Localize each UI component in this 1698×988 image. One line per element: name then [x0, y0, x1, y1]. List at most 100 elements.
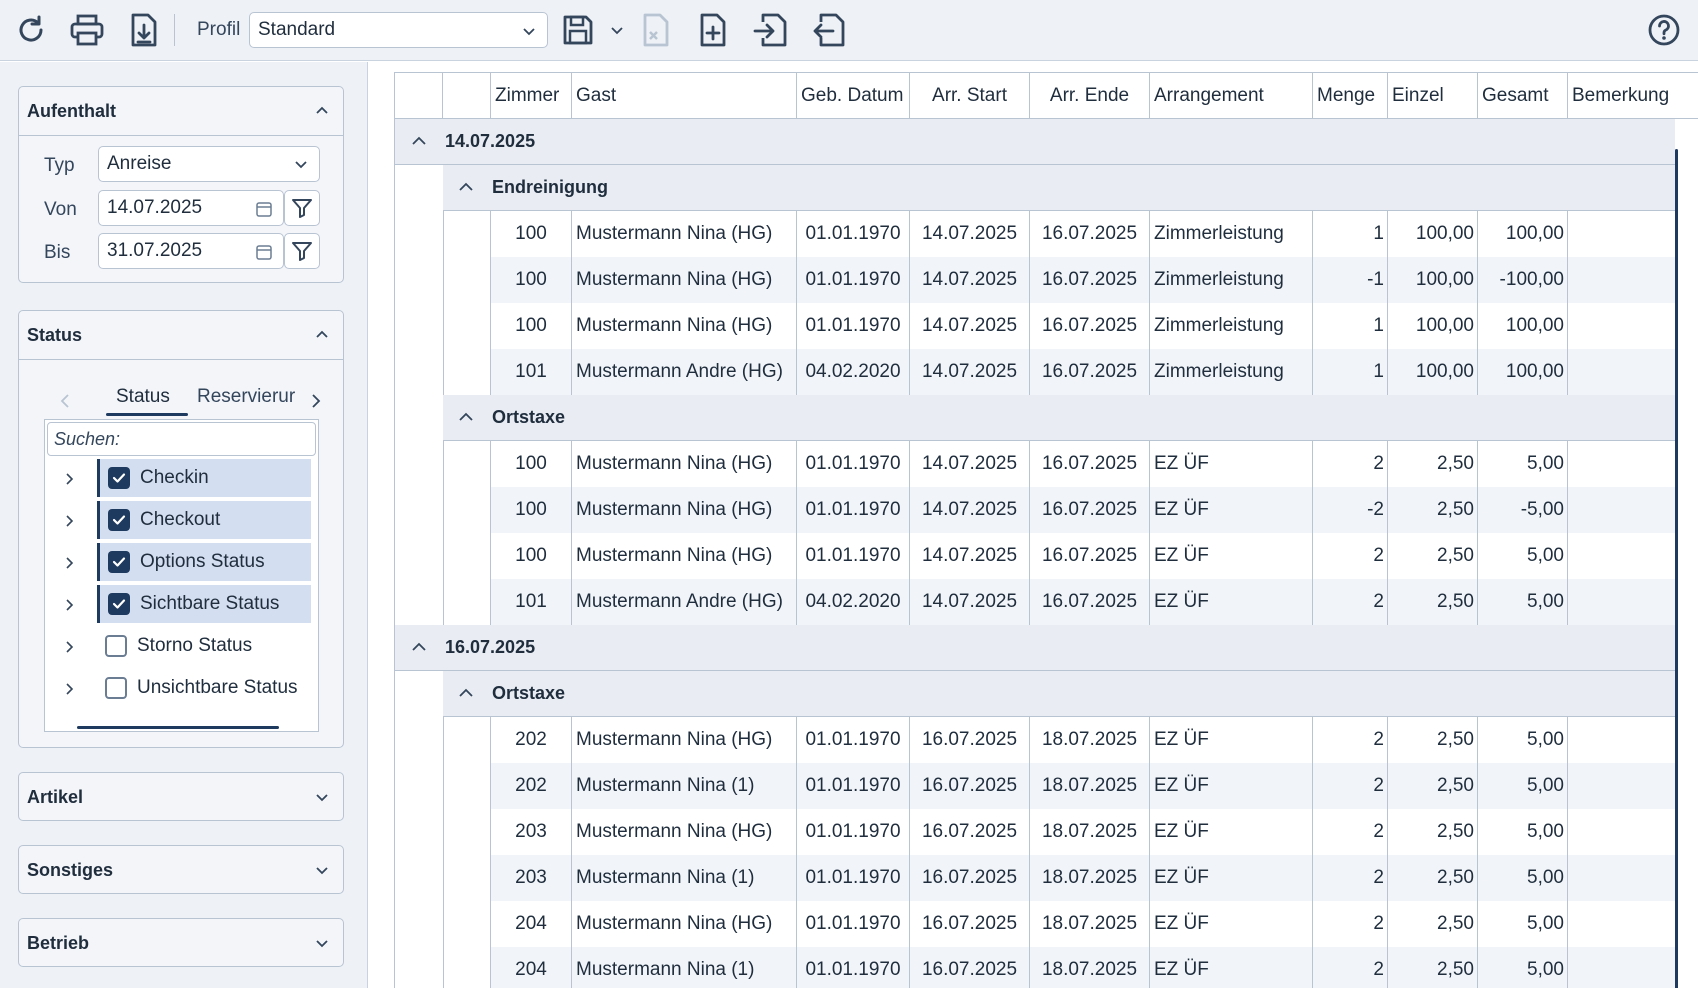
status-item[interactable]: Unsichtbare Status [97, 669, 311, 707]
table-row[interactable]: 203 Mustermann Nina (1) 01.01.1970 16.07.20… [443, 855, 1676, 901]
sonstiges-panel[interactable]: Sonstiges [18, 845, 344, 894]
table-cell: Zimmerleistung [1150, 257, 1313, 303]
sonstiges-header[interactable]: Sonstiges [19, 846, 343, 894]
status-tree-row: Checkout [45, 500, 318, 540]
betrieb-panel[interactable]: Betrieb [18, 918, 344, 967]
filter-icon [292, 199, 312, 218]
chevron-right-icon[interactable] [65, 640, 75, 654]
tab-prev-icon[interactable] [58, 393, 72, 409]
checkbox-checked-icon[interactable] [108, 551, 130, 573]
column-header[interactable]: Zimmer [491, 73, 572, 119]
status-search-input[interactable]: Suchen: [47, 422, 316, 456]
vertical-scrollbar[interactable] [1675, 149, 1678, 988]
status-item[interactable]: Sichtbare Status [97, 585, 311, 623]
betrieb-header[interactable]: Betrieb [19, 919, 343, 967]
status-item[interactable]: Options Status [97, 543, 311, 581]
article-group-row[interactable]: Endreinigung [443, 165, 1675, 211]
table-row[interactable]: 100 Mustermann Nina (HG) 01.01.1970 14.07.2… [443, 441, 1676, 487]
article-group-row[interactable]: Ortstaxe [443, 671, 1675, 717]
checkbox-checked-icon[interactable] [108, 593, 130, 615]
status-header[interactable]: Status [19, 311, 343, 359]
table-row[interactable]: 100 Mustermann Nina (HG) 01.01.1970 14.07.2… [443, 487, 1676, 533]
chevron-up-icon[interactable] [411, 134, 427, 148]
table-cell: EZ ÜF [1150, 579, 1313, 625]
refresh-icon[interactable] [9, 8, 53, 52]
chevron-up-icon[interactable] [411, 640, 427, 654]
table-cell: 5,00 [1478, 579, 1568, 625]
column-header[interactable]: Arr. Ende [1030, 73, 1150, 119]
date-group-row[interactable]: 16.07.2025 [395, 625, 1675, 671]
table-cell: 2 [1313, 533, 1388, 579]
tab-reservierung[interactable]: Reservierur [197, 386, 295, 408]
profil-value: Standard [258, 19, 336, 40]
table-row[interactable]: 204 Mustermann Nina (HG) 01.01.1970 16.07.2… [443, 901, 1676, 947]
table-cell: 04.02.2020 [797, 579, 910, 625]
table-cell: 01.01.1970 [797, 257, 910, 303]
chevron-up-icon[interactable] [458, 686, 474, 700]
column-header[interactable]: Menge [1313, 73, 1388, 119]
print-icon[interactable] [65, 8, 109, 52]
tab-next-icon[interactable] [309, 393, 323, 409]
calendar-icon[interactable] [255, 243, 273, 261]
column-header[interactable]: Arr. Start [910, 73, 1030, 119]
chevron-right-icon[interactable] [65, 682, 75, 696]
table-row[interactable]: 204 Mustermann Nina (1) 01.01.1970 16.07.20… [443, 947, 1676, 988]
chevron-right-icon[interactable] [65, 598, 75, 612]
chevron-up-icon[interactable] [458, 180, 474, 194]
tab-status[interactable]: Status [116, 386, 170, 408]
save-icon[interactable] [556, 8, 600, 52]
table-row[interactable]: 203 Mustermann Nina (HG) 01.01.1970 16.07.2… [443, 809, 1676, 855]
column-header[interactable]: Geb. Datum [797, 73, 910, 119]
column-header[interactable]: Arrangement [1150, 73, 1313, 119]
article-group-row[interactable]: Ortstaxe [443, 395, 1675, 441]
column-header[interactable]: Gesamt [1478, 73, 1568, 119]
table-cell: 2 [1313, 947, 1388, 988]
status-tree-row: Unsichtbare Status [45, 668, 318, 708]
checkbox-checked-icon[interactable] [108, 509, 130, 531]
grid-header: Zimmer Gast Geb. Datum Arr. Start Arr. Ende A… [395, 73, 1698, 119]
artikel-panel[interactable]: Artikel [18, 772, 344, 821]
checkbox-unchecked-icon[interactable] [105, 635, 127, 657]
chevron-right-icon[interactable] [65, 472, 75, 486]
date-group-row[interactable]: 14.07.2025 [395, 119, 1675, 165]
checkbox-unchecked-icon[interactable] [105, 677, 127, 699]
status-item[interactable]: Checkin [97, 459, 311, 497]
profil-select[interactable]: Standard [249, 12, 548, 48]
table-row[interactable]: 100 Mustermann Nina (HG) 01.01.1970 14.07.2… [443, 257, 1676, 303]
table-row[interactable]: 202 Mustermann Nina (HG) 01.01.1970 16.07.2… [443, 717, 1676, 763]
status-item[interactable]: Storno Status [97, 627, 311, 665]
chevron-right-icon[interactable] [65, 514, 75, 528]
calendar-icon[interactable] [255, 200, 273, 218]
help-icon[interactable] [1642, 8, 1686, 52]
status-item[interactable]: Checkout [97, 501, 311, 539]
aufenthalt-header[interactable]: Aufenthalt [19, 87, 343, 135]
table-cell: Zimmerleistung [1150, 211, 1313, 257]
chevron-right-icon[interactable] [65, 556, 75, 570]
table-row[interactable]: 100 Mustermann Nina (HG) 01.01.1970 14.07.2… [443, 211, 1676, 257]
table-row[interactable]: 202 Mustermann Nina (1) 01.01.1970 16.07.20… [443, 763, 1676, 809]
bis-filter-button[interactable] [284, 233, 320, 269]
typ-value: Anreise [107, 153, 172, 174]
column-header[interactable]: Gast [572, 73, 797, 119]
table-row[interactable]: 101 Mustermann Andre (HG) 04.02.2020 14.07.… [443, 579, 1676, 625]
checkbox-checked-icon[interactable] [108, 467, 130, 489]
export-icon[interactable] [806, 8, 850, 52]
table-row[interactable]: 100 Mustermann Nina (HG) 01.01.1970 14.07.2… [443, 533, 1676, 579]
horizontal-scrollbar[interactable] [77, 726, 279, 729]
table-row[interactable]: 100 Mustermann Nina (HG) 01.01.1970 14.07.2… [443, 303, 1676, 349]
artikel-header[interactable]: Artikel [19, 773, 343, 821]
chevron-up-icon[interactable] [458, 410, 474, 424]
bis-date-input[interactable]: 31.07.2025 [98, 233, 284, 269]
von-filter-button[interactable] [284, 190, 320, 226]
column-header[interactable]: Einzel [1388, 73, 1478, 119]
table-row[interactable]: 101 Mustermann Andre (HG) 04.02.2020 14.07.… [443, 349, 1676, 395]
typ-select[interactable]: Anreise [98, 146, 320, 182]
import-icon[interactable] [748, 8, 792, 52]
table-cell: 2,50 [1388, 809, 1478, 855]
table-cell: Mustermann Nina (HG) [572, 303, 797, 349]
column-header[interactable]: Bemerkung [1568, 73, 1698, 119]
table-cell: -1 [1313, 257, 1388, 303]
new-file-icon[interactable] [691, 8, 735, 52]
download-icon[interactable] [122, 8, 166, 52]
von-date-input[interactable]: 14.07.2025 [98, 190, 284, 226]
